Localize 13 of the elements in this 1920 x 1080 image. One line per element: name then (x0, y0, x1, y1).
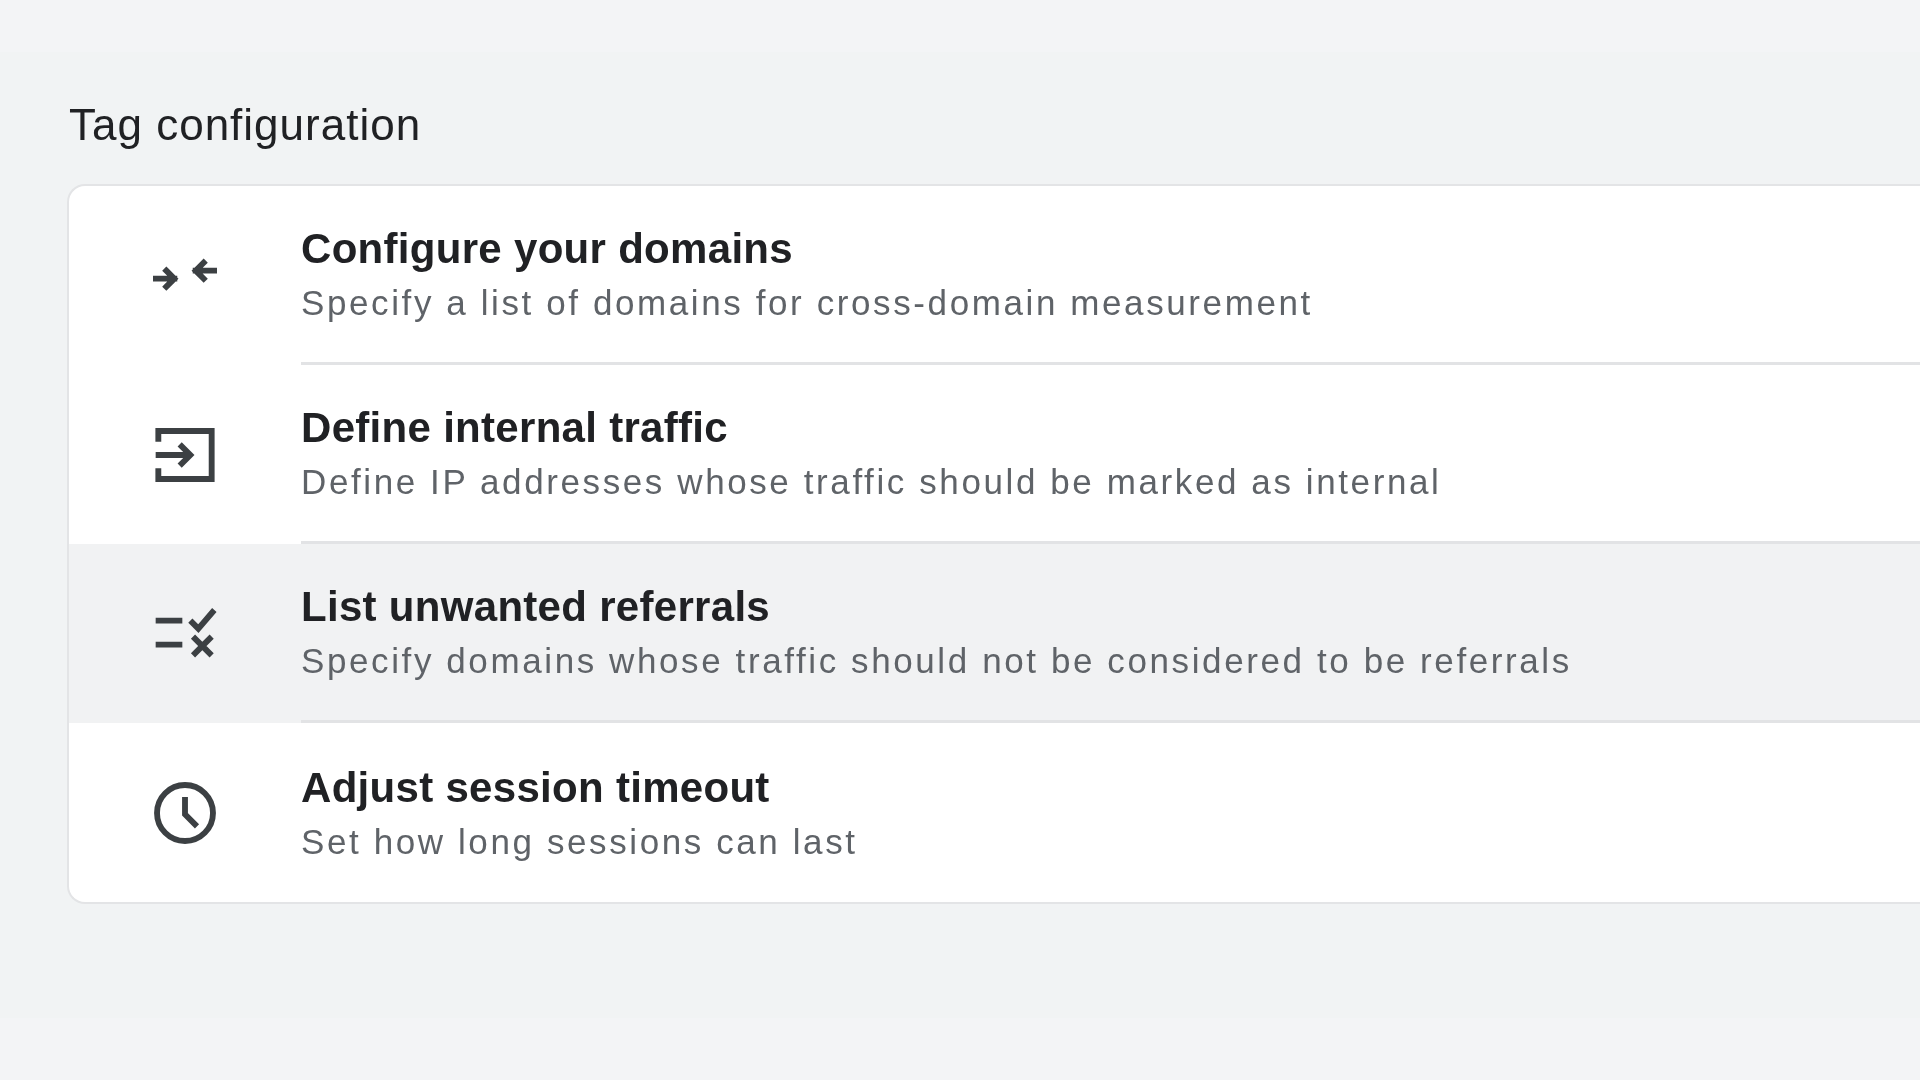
settings-row[interactable]: List unwanted referrals Specify domains whose traffic should not be considered to be referrals (69, 544, 1920, 723)
row-title: List unwanted referrals (301, 583, 772, 631)
settings-row[interactable]: Configure your domains Specify a list of domains for cross-domain measurement (69, 186, 1920, 365)
clock-icon (153, 780, 217, 845)
settings-row[interactable]: Adjust session timeout Set how long sessions can last (69, 723, 1920, 902)
row-description: Specify domains whose traffic should not be considered to be referrals (301, 641, 1573, 681)
row-description: Define IP addresses whose traffic should be marked as internal (301, 462, 1443, 502)
row-title: Configure your domains (301, 225, 794, 273)
row-description: Specify a list of domains for cross-domain measurement (301, 283, 1314, 323)
row-title: Adjust session timeout (301, 763, 771, 812)
section-title: Tag configuration (69, 100, 423, 150)
row-description: Set how long sessions can last (301, 821, 859, 862)
row-title: Define internal traffic (301, 404, 729, 452)
